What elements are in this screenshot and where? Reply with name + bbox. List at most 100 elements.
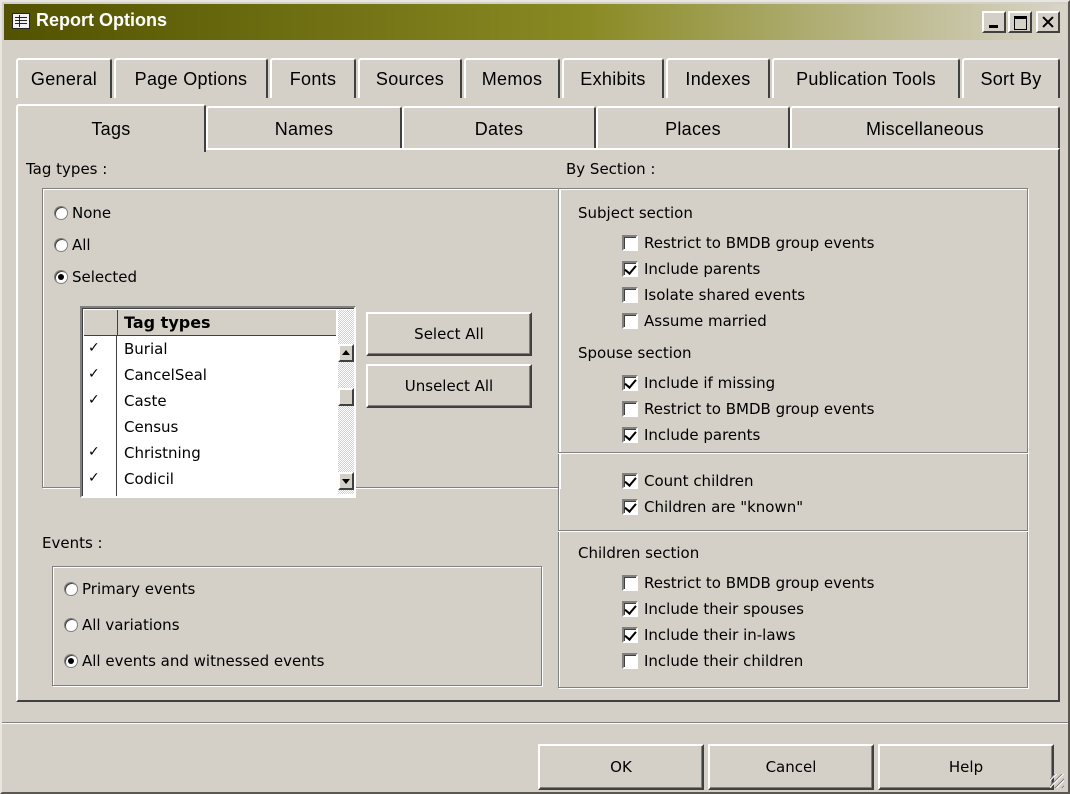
- tab-miscellaneous[interactable]: Miscellaneous: [790, 106, 1060, 150]
- list-item[interactable]: Census: [84, 416, 336, 442]
- radio-tag-selected[interactable]: Selected: [54, 268, 137, 286]
- tab-tags[interactable]: Tags: [16, 104, 206, 152]
- window-title: Report Options: [36, 10, 167, 30]
- checkbox-box: [622, 473, 638, 489]
- checkbox-subject-include-parents[interactable]: Include parents: [622, 260, 760, 278]
- radio-label: All variations: [82, 616, 180, 634]
- check-mark-icon: ✓: [88, 340, 100, 356]
- ok-button[interactable]: OK: [538, 744, 704, 790]
- tab-fonts[interactable]: Fonts: [270, 58, 356, 98]
- checkbox-subject-isolate-shared[interactable]: Isolate shared events: [622, 286, 805, 304]
- checkbox-label: Include their children: [644, 652, 804, 670]
- scroll-down-icon[interactable]: [338, 472, 354, 490]
- checkbox-box: [622, 653, 638, 669]
- radio-primary-events[interactable]: Primary events: [64, 580, 195, 598]
- list-item-label: Christning: [124, 444, 201, 462]
- tab-exhibits[interactable]: Exhibits: [562, 58, 664, 98]
- tab-memos[interactable]: Memos: [464, 58, 560, 98]
- list-select-column: [84, 310, 118, 336]
- check-mark-icon: ✓: [88, 366, 100, 382]
- list-item[interactable]: ✓ Codicil: [84, 468, 336, 494]
- radio-label: All: [72, 236, 91, 254]
- list-header: Tag types: [84, 310, 336, 336]
- section-divider: [558, 530, 1028, 532]
- radio-label: None: [72, 204, 112, 222]
- radio-dot: [64, 618, 78, 632]
- checkbox-box: [622, 375, 638, 391]
- select-all-button[interactable]: Select All: [366, 312, 532, 356]
- checkbox-spouse-restrict-bmdb[interactable]: Restrict to BMDB group events: [622, 400, 874, 418]
- radio-all-events-witnessed[interactable]: All events and witnessed events: [64, 652, 324, 670]
- list-scrollbar[interactable]: [338, 310, 354, 494]
- radio-dot: [64, 654, 78, 668]
- list-item-label: Census: [124, 418, 179, 436]
- section-divider: [558, 452, 1028, 454]
- resize-grip-icon[interactable]: [1050, 774, 1064, 788]
- checkbox-label: Include parents: [644, 426, 761, 444]
- tab-sources[interactable]: Sources: [358, 58, 462, 98]
- list-item[interactable]: ✓ CancelSeal: [84, 364, 336, 390]
- minimize-icon[interactable]: [982, 11, 1006, 33]
- checkbox-label: Count children: [644, 472, 754, 490]
- help-button[interactable]: Help: [878, 744, 1054, 790]
- checkbox-spouse-include-missing[interactable]: Include if missing: [622, 374, 775, 392]
- radio-tag-none[interactable]: None: [54, 204, 111, 222]
- scroll-up-icon[interactable]: [338, 344, 354, 362]
- checkbox-count-children[interactable]: Count children: [622, 472, 754, 490]
- tab-places[interactable]: Places: [596, 106, 790, 150]
- checkbox-label: Isolate shared events: [644, 286, 806, 304]
- checkbox-label: Restrict to BMDB group events: [644, 234, 875, 252]
- tab-publication-tools[interactable]: Publication Tools: [772, 58, 960, 98]
- checkbox-spouse-include-parents[interactable]: Include parents: [622, 426, 760, 444]
- radio-tag-all[interactable]: All: [54, 236, 91, 254]
- report-options-window: Report Options General Page Options Font…: [0, 0, 1070, 794]
- radio-dot: [54, 206, 68, 220]
- checkbox-children-include-spouses[interactable]: Include their spouses: [622, 600, 804, 618]
- radio-dot: [54, 270, 68, 284]
- tab-names[interactable]: Names: [206, 106, 402, 150]
- checkbox-label: Include their in-laws: [644, 626, 796, 644]
- footer-separator: [2, 722, 1068, 724]
- list-header-label: Tag types: [124, 313, 211, 332]
- spouse-section-title: Spouse section: [578, 344, 692, 362]
- checkbox-subject-restrict-bmdb[interactable]: Restrict to BMDB group events: [622, 234, 874, 252]
- children-section-title: Children section: [578, 544, 700, 562]
- radio-all-variations[interactable]: All variations: [64, 616, 180, 634]
- radio-label: All events and witnessed events: [82, 652, 325, 670]
- unselect-all-button[interactable]: Unselect All: [366, 364, 532, 408]
- tags-panel: Tag types : None All Selected Tag types …: [16, 148, 1060, 702]
- checkbox-box: [622, 575, 638, 591]
- scroll-thumb[interactable]: [338, 388, 354, 406]
- checkbox-box: [622, 627, 638, 643]
- maximize-icon[interactable]: [1008, 11, 1032, 33]
- report-icon[interactable]: [12, 13, 30, 29]
- checkbox-children-restrict-bmdb[interactable]: Restrict to BMDB group events: [622, 574, 874, 592]
- tab-dates[interactable]: Dates: [402, 106, 596, 150]
- tag-types-label: Tag types :: [26, 160, 108, 178]
- radio-dot: [54, 238, 68, 252]
- checkbox-children-known[interactable]: Children are "known": [622, 498, 803, 516]
- title-bar[interactable]: Report Options: [4, 4, 1066, 40]
- checkbox-subject-assume-married[interactable]: Assume married: [622, 312, 767, 330]
- tag-types-listbox[interactable]: Tag types ✓ Burial ✓ CancelSeal ✓ Caste Cen…: [80, 306, 356, 498]
- list-item[interactable]: ✓ Burial: [84, 338, 336, 364]
- checkbox-box: [622, 313, 638, 329]
- checkbox-children-include-children[interactable]: Include their children: [622, 652, 803, 670]
- tab-general[interactable]: General: [16, 58, 112, 98]
- tab-sort-by[interactable]: Sort By: [962, 58, 1060, 98]
- list-item-label: Caste: [124, 392, 167, 410]
- close-icon[interactable]: [1036, 11, 1060, 33]
- list-item[interactable]: ✓ Caste: [84, 390, 336, 416]
- list-rows: ✓ Burial ✓ CancelSeal ✓ Caste Census ✓ Chris…: [84, 338, 336, 494]
- checkbox-box: [622, 401, 638, 417]
- cancel-button[interactable]: Cancel: [708, 744, 874, 790]
- checkbox-box: [622, 601, 638, 617]
- checkbox-box: [622, 235, 638, 251]
- tab-indexes[interactable]: Indexes: [666, 58, 770, 98]
- tab-page-options[interactable]: Page Options: [114, 58, 268, 98]
- checkbox-label: Include parents: [644, 260, 761, 278]
- checkbox-children-include-inlaws[interactable]: Include their in-laws: [622, 626, 796, 644]
- by-section-label: By Section :: [566, 160, 656, 178]
- list-item[interactable]: ✓ Christning: [84, 442, 336, 468]
- checkbox-box: [622, 287, 638, 303]
